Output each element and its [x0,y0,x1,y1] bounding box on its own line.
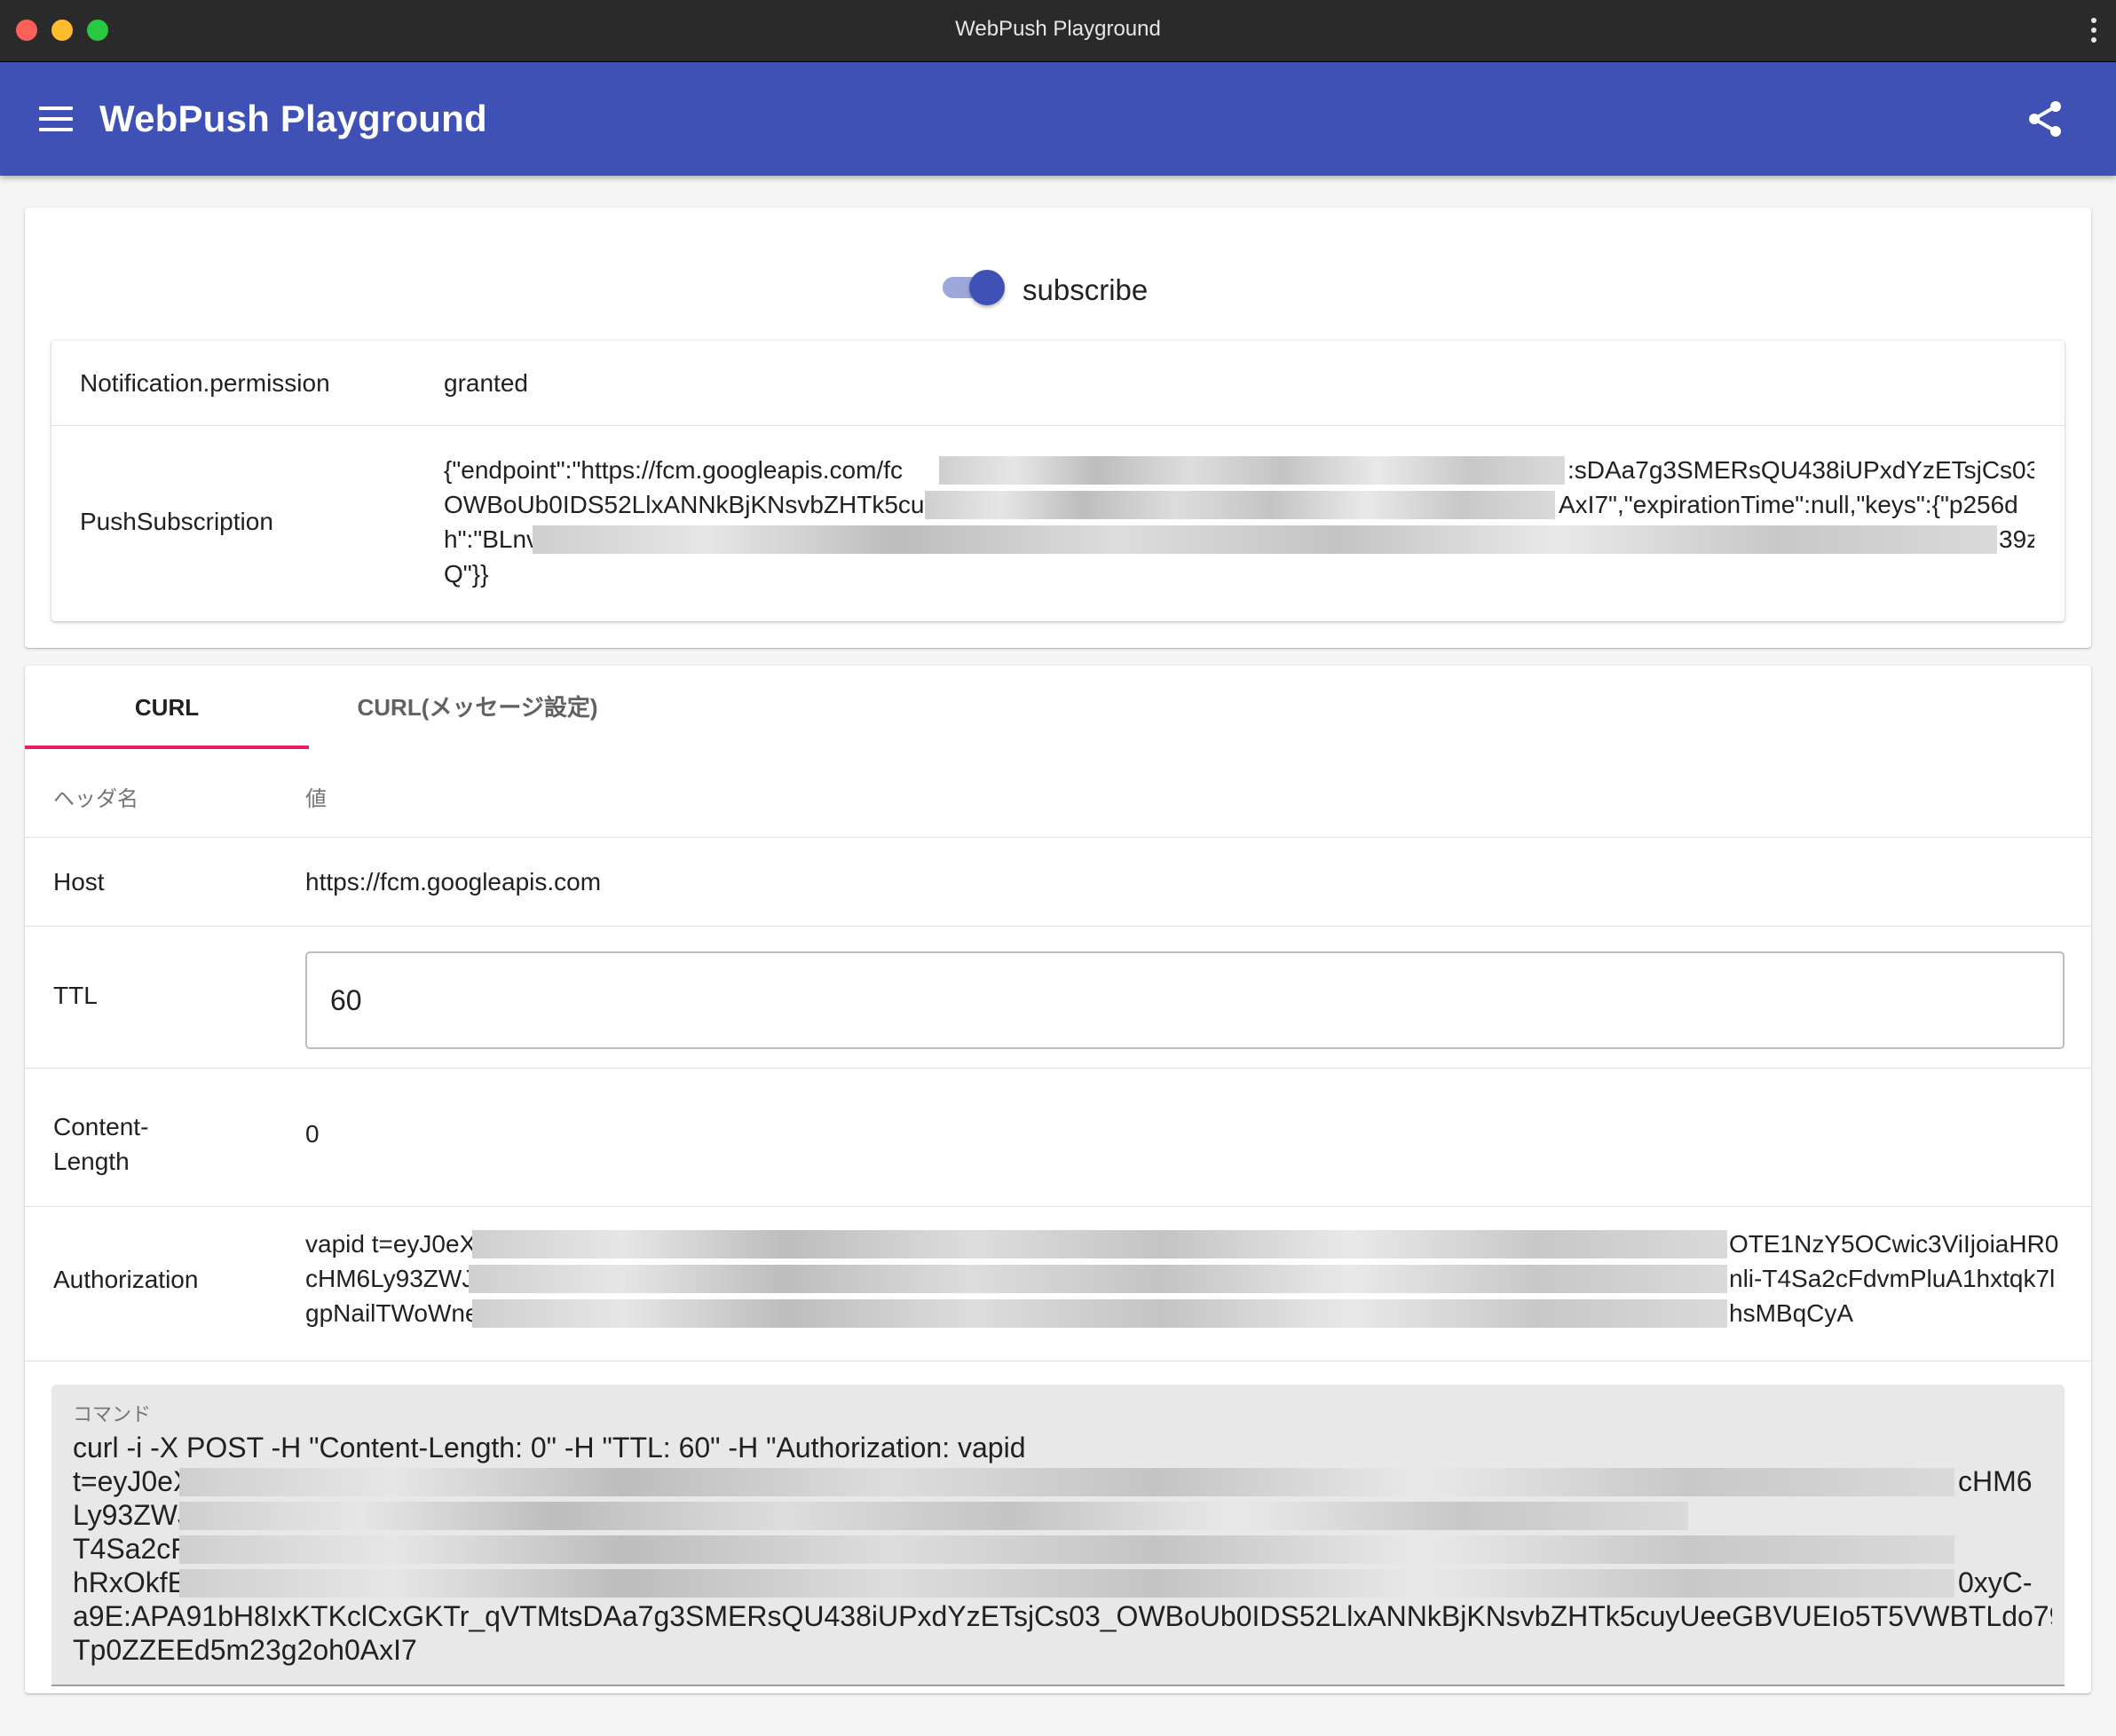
permission-row: Notification.permission granted [51,341,2065,426]
redacted-block [179,1502,1688,1530]
authorization-line: cHM6Ly93ZWJ nli-T4Sa2cFdvmPluA1hxtqk7l [305,1265,2056,1293]
table-row: Authorization vapid t=eyJ0eX OTE1NzY5OCw… [25,1207,2091,1361]
app-bar: WebPush Playground [0,62,2116,176]
redacted-block [179,1468,1954,1496]
authorization-value: vapid t=eyJ0eX OTE1NzY5OCwic3ViIjoiaHR0 … [305,1227,2063,1330]
command-line: t=eyJ0eX cHM6 [73,1465,2033,1497]
header-name-column: ヘッダ名 [53,787,138,811]
command-line: hRxOkfE 0xyC- [73,1566,2033,1598]
share-icon[interactable] [2024,98,2066,140]
subscribe-switch[interactable] [939,270,1005,305]
more-vert-icon[interactable] [2089,18,2098,50]
status-table: Notification.permission granted PushSubs… [51,341,2065,621]
tab-curl-message-settings[interactable]: CURL(メッセージ設定) [309,666,646,749]
table-header: ヘッダ名 値 [25,749,2091,838]
subscribe-label: subscribe [1022,273,1149,306]
command-line: Tp0ZZEEd5m23g2oh0AxI7 [73,1634,417,1666]
redacted-block [472,1299,1727,1328]
subscription-line: Q"}} [444,560,489,588]
window-titlebar: WebPush Playground [0,0,2116,62]
redacted-block [533,525,1997,554]
content-length-label: Content-Length [53,1113,149,1175]
redacted-block [469,1265,1727,1293]
authorization-line: vapid t=eyJ0eX OTE1NzY5OCwic3ViIjoiaHR0 [305,1230,2059,1259]
tab-bar: CURL CURL(メッセージ設定) [25,666,2091,749]
subscription-line: OWBoUb0IDS52LlxANNkBjKNsvbZHTk5cuy AxI7"… [444,491,2018,519]
ttl-input[interactable]: 60 [305,951,2065,1049]
permission-value: granted [444,369,528,397]
header-value-column: 値 [305,787,327,811]
authorization-line: gpNailTWoWne hsMBqCyA [305,1299,1854,1328]
subscription-line: h":"BLnv 39z [444,525,2034,554]
redacted-block [179,1569,1954,1598]
curl-card: CURL CURL(メッセージ設定) ヘッダ名 値 Host https://f… [25,666,2091,1693]
command-label: コマンド [73,1403,152,1425]
command-line: curl -i -X POST -H "Content-Length: 0" -… [73,1432,1026,1464]
table-row: Host https://fcm.googleapis.com [25,838,2091,927]
table-row: Content-Length 0 [25,1069,2091,1207]
window-title: WebPush Playground [955,17,1161,41]
command-field[interactable]: コマンド curl -i -X POST -H "Content-Length:… [51,1385,2065,1686]
subscription-card: subscribe Notification.permission grante… [25,208,2091,648]
subscription-line: {"endpoint":"https://fcm.googleapis.com/… [444,456,2034,485]
host-label: Host [53,868,105,896]
subscription-label: PushSubscription [80,508,273,535]
switch-thumb [969,270,1005,305]
command-line: T4Sa2cF [73,1532,2052,1566]
redacted-block [472,1230,1727,1259]
tab-curl[interactable]: CURL [25,666,309,749]
content-length-value: 0 [305,1120,320,1148]
subscription-json: {"endpoint":"https://fcm.googleapis.com/… [444,453,2034,591]
subscribe-row: subscribe [25,257,2091,311]
command-text: curl -i -X POST -H "Content-Length: 0" -… [73,1431,2052,1667]
subscription-row: PushSubscription {"endpoint":"https://fc… [51,426,2065,621]
permission-label: Notification.permission [80,369,330,397]
table-row: TTL 60 [25,927,2091,1069]
ttl-label: TTL [53,982,98,1009]
menu-icon[interactable] [39,107,73,131]
redacted-block [179,1535,1954,1564]
redacted-block [939,456,1565,485]
command-line: a9E:APA91bH8IxKTKclCxGKTr_qVTMtsDAa7g3SM… [73,1600,2052,1632]
redacted-block [925,491,1555,519]
command-line: Ly93ZWJ [73,1498,2052,1532]
authorization-label: Authorization [53,1266,199,1293]
host-value: https://fcm.googleapis.com [305,868,602,896]
app-title: WebPush Playground [99,98,487,139]
